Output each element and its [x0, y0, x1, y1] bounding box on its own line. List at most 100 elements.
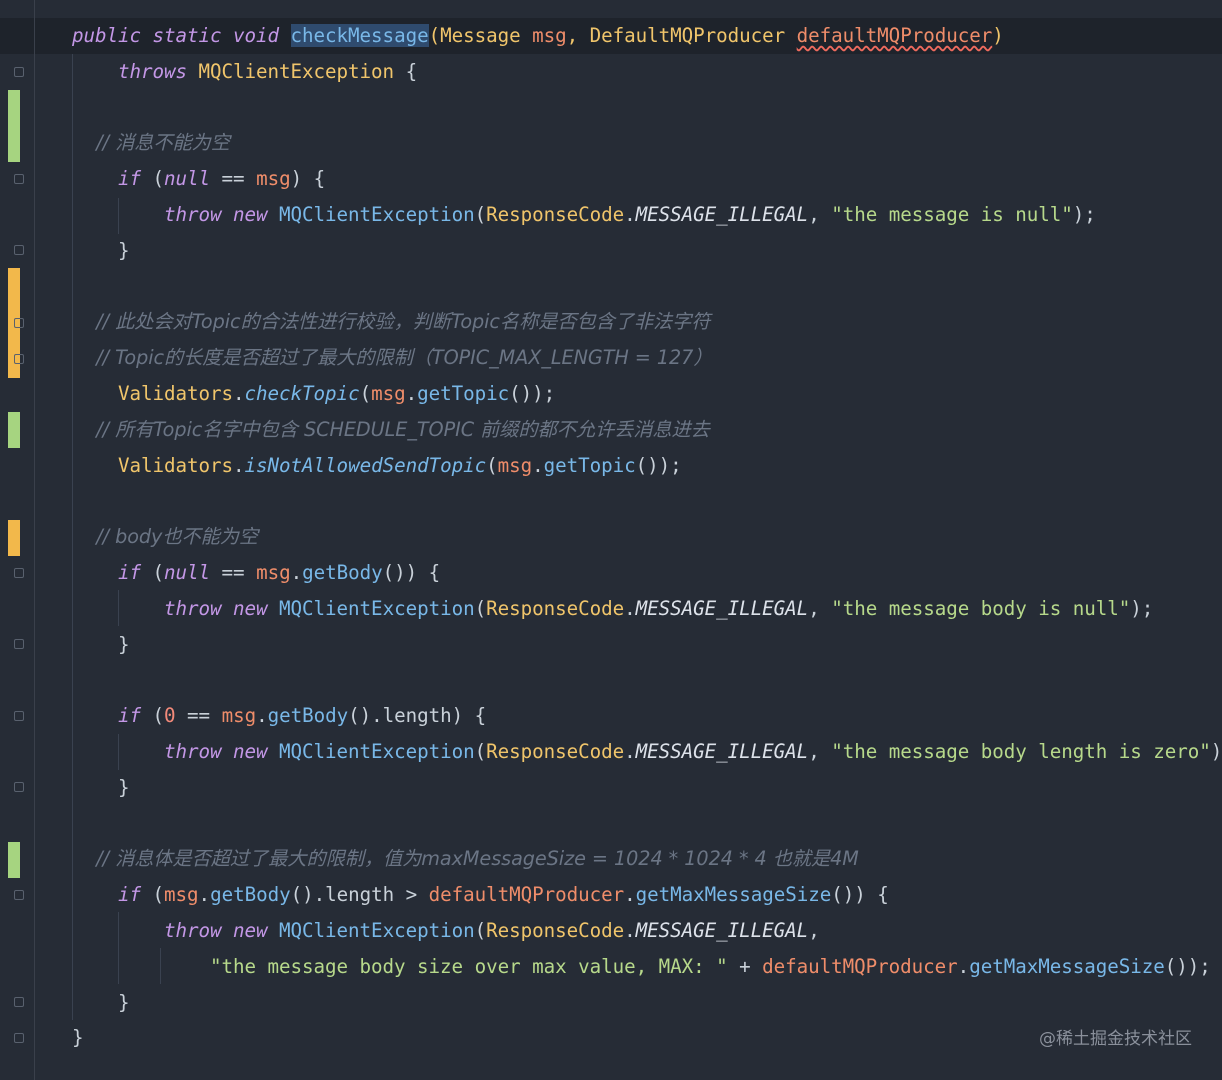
code-token: getBody: [210, 883, 291, 907]
code-token: ());: [1164, 954, 1211, 978]
code-token: MQClientException: [279, 596, 475, 620]
fold-icon[interactable]: [14, 890, 24, 900]
code-token: +: [727, 954, 763, 978]
code-token: checkMessage: [290, 24, 429, 47]
code-line[interactable]: Validators.checkTopic(msg.getTopic());: [72, 376, 555, 412]
code-token: getBody: [302, 561, 383, 584]
code-line[interactable]: if (null == msg) {: [72, 161, 325, 197]
fold-icon[interactable]: [14, 67, 24, 77]
code-line[interactable]: public static void checkMessage(Message …: [0, 18, 1222, 54]
fold-icon[interactable]: [14, 354, 24, 364]
code-token: "the message body size over max value, M…: [72, 954, 728, 978]
code-line[interactable]: if (msg.getBody().length > defaultMQProd…: [72, 877, 889, 913]
code-token: (: [474, 203, 487, 226]
code-line[interactable]: }: [72, 985, 130, 1021]
code-token: MQClientException: [279, 919, 475, 942]
code-line[interactable]: }: [72, 627, 130, 663]
code-line[interactable]: }: [72, 770, 130, 806]
change-marker-modified[interactable]: [8, 520, 20, 556]
code-token: (Message: [428, 24, 533, 47]
code-token: .: [405, 382, 418, 405]
code-token: .: [624, 883, 636, 907]
code-token: {: [405, 59, 418, 83]
fold-icon[interactable]: [14, 782, 24, 792]
code-line[interactable]: }: [72, 1020, 84, 1056]
code-token: }: [72, 238, 130, 262]
code-token: null: [164, 561, 211, 584]
fold-icon[interactable]: [14, 1033, 24, 1043]
code-line[interactable]: }: [72, 233, 130, 269]
code-token: ()) {: [831, 883, 889, 907]
code-token: ) {: [290, 167, 326, 191]
code-token: // 消息体是否超过了最大的限制，值为maxMessageSize = 1024…: [72, 847, 859, 871]
code-token: getBody: [267, 704, 349, 728]
fold-icon[interactable]: [14, 997, 24, 1007]
code-token: }: [72, 775, 130, 799]
fold-icon[interactable]: [14, 318, 24, 328]
code-token: ResponseCode: [486, 596, 625, 620]
code-token: // Topic的长度是否超过了最大的限制（TOPIC_MAX_LENGTH =…: [72, 346, 713, 370]
fold-icon[interactable]: [14, 245, 24, 255]
code-line[interactable]: throw new MQClientException(ResponseCode…: [72, 591, 1153, 627]
code-token: (: [474, 596, 487, 620]
code-line[interactable]: // 所有Topic名字中包含 SCHEDULE_TOPIC 前缀的都不允许丢消…: [72, 412, 710, 448]
code-token: msg: [497, 453, 533, 477]
code-line[interactable]: // 消息不能为空: [72, 125, 230, 161]
code-token: .: [233, 453, 245, 477]
code-token: // body也不能为空: [72, 525, 259, 549]
code-token: .: [957, 954, 970, 978]
code-token: MESSAGE_ILLEGAL: [635, 919, 809, 942]
code-token: .: [624, 596, 636, 620]
code-token: 0: [164, 704, 176, 728]
code-line[interactable]: throw new MQClientException(ResponseCode…: [72, 197, 1096, 233]
code-editor[interactable]: public static void checkMessage(Message …: [0, 0, 1222, 1080]
code-line[interactable]: Validators.isNotAllowedSendTopic(msg.get…: [72, 448, 682, 484]
code-line[interactable]: throw new MQClientException(ResponseCode…: [72, 913, 820, 949]
code-token: );: [1210, 740, 1222, 763]
code-token: if: [72, 883, 153, 907]
code-line[interactable]: if (0 == msg.getBody().length) {: [72, 698, 486, 734]
code-line[interactable]: // 此处会对Topic的合法性进行校验，判断Topic名称是否包含了非法字符: [72, 304, 710, 340]
code-token: MESSAGE_ILLEGAL: [635, 203, 809, 226]
code-line[interactable]: // body也不能为空: [72, 519, 258, 555]
code-token: msg: [256, 561, 291, 584]
code-token: isNotAllowedSendTopic: [244, 453, 487, 477]
editor-gutter[interactable]: [0, 0, 35, 1080]
code-line[interactable]: // Topic的长度是否超过了最大的限制（TOPIC_MAX_LENGTH =…: [72, 340, 712, 376]
code-token: MQClientException: [279, 203, 475, 226]
fold-icon[interactable]: [14, 174, 24, 184]
code-token: checkTopic: [244, 382, 360, 405]
code-token: ,: [808, 919, 820, 942]
change-marker-added[interactable]: [8, 90, 20, 162]
code-token: msg: [221, 704, 257, 728]
code-token: "the message body is null": [831, 596, 1131, 620]
code-line[interactable]: if (null == msg.getBody()) {: [72, 555, 440, 591]
code-token: .: [233, 382, 245, 405]
code-token: );: [1072, 203, 1096, 226]
code-token: ==: [175, 704, 222, 728]
change-marker-added[interactable]: [8, 412, 20, 448]
code-token: ().length) {: [348, 704, 487, 728]
code-token: ResponseCode: [486, 919, 625, 942]
code-token: public static void: [72, 24, 291, 47]
code-token: ResponseCode: [486, 740, 625, 763]
fold-icon[interactable]: [14, 568, 24, 578]
code-token: Validators: [72, 382, 234, 405]
code-token: .: [290, 561, 303, 584]
code-token: }: [72, 990, 130, 1014]
code-token: defaultMQProducer: [428, 883, 625, 907]
code-token: throw new: [72, 596, 280, 620]
code-line[interactable]: // 消息体是否超过了最大的限制，值为maxMessageSize = 1024…: [72, 841, 859, 877]
code-line[interactable]: throw new MQClientException(ResponseCode…: [72, 734, 1222, 770]
code-token: .: [624, 919, 636, 942]
fold-icon[interactable]: [14, 711, 24, 721]
code-token: (: [474, 740, 487, 763]
code-line[interactable]: "the message body size over max value, M…: [72, 949, 1211, 985]
code-line[interactable]: throws MQClientException {: [72, 54, 417, 90]
code-token: getTopic: [543, 453, 636, 477]
code-token: }: [72, 632, 130, 656]
code-token: (: [359, 382, 372, 405]
code-token: .: [624, 203, 636, 226]
change-marker-added[interactable]: [8, 842, 20, 878]
fold-icon[interactable]: [14, 639, 24, 649]
